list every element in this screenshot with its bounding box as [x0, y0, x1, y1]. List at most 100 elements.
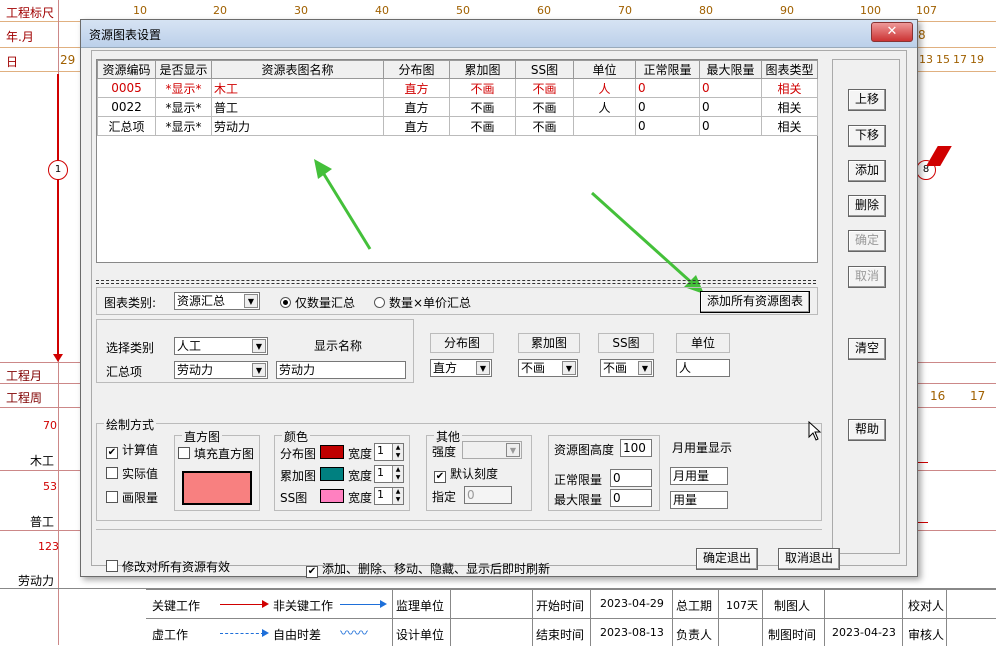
spinner-arrows-icon[interactable]: ▲ ▼: [392, 466, 403, 482]
legend-checker-label: 校对人: [908, 599, 945, 613]
delete-button[interactable]: 删除: [848, 195, 886, 217]
week-value: 16: [930, 389, 946, 403]
dist-label: 分布图: [430, 333, 494, 353]
ruler-tick: 90: [780, 4, 794, 17]
move-up-button[interactable]: 上移: [848, 89, 886, 111]
legend-start-label: 开始时间: [536, 599, 585, 613]
width-label: 宽度: [348, 447, 373, 461]
chevron-down-icon: ▼: [252, 363, 266, 377]
unit-input[interactable]: 人: [676, 359, 730, 377]
color-dist-label: 分布图: [280, 447, 317, 461]
apply-all-checkbox[interactable]: 修改对所有资源有效: [106, 558, 230, 575]
dist-width-spinner[interactable]: 1 ▲ ▼: [374, 443, 404, 461]
select-type-select[interactable]: 人工 ▼: [174, 337, 268, 355]
check-icon: ✔: [434, 471, 446, 483]
year-month-value: 8: [918, 28, 926, 42]
cum-label: 累加图: [518, 333, 580, 353]
ss-width-spinner[interactable]: 1 ▲ ▼: [374, 487, 404, 505]
day-value: 29: [60, 53, 76, 67]
radio-icon: [280, 297, 291, 308]
add-all-charts-button[interactable]: 添加所有资源图表: [700, 291, 810, 313]
refresh-after-checkbox[interactable]: ✔ 添加、删除、移动、隐藏、显示后即时刷新: [306, 560, 550, 578]
legend-owner-label: 负责人: [676, 628, 713, 642]
calc-value-checkbox[interactable]: ✔ 计算值: [106, 441, 158, 459]
usage-input[interactable]: 用量: [670, 491, 728, 509]
normal-limit-input[interactable]: 0: [610, 469, 652, 487]
dist-color-swatch[interactable]: [320, 445, 344, 459]
default-scale-checkbox[interactable]: ✔ 默认刻度: [434, 465, 498, 483]
close-button[interactable]: ✕: [871, 22, 913, 42]
cum-width-spinner[interactable]: 1 ▲ ▼: [374, 465, 404, 483]
summary-select[interactable]: 劳动力 ▼: [174, 361, 268, 379]
draw-limit-checkbox[interactable]: 画限量: [106, 489, 158, 506]
clear-button[interactable]: 清空: [848, 338, 886, 360]
fill-color-swatch[interactable]: [182, 471, 252, 505]
chart-category-value: 资源汇总: [177, 294, 226, 308]
chart-category-select[interactable]: 资源汇总 ▼: [174, 292, 260, 310]
help-button[interactable]: 帮助: [848, 419, 886, 441]
chevron-down-icon: ▼: [562, 361, 576, 375]
project-month-label: 工程月: [6, 369, 43, 383]
specify-input[interactable]: 0: [464, 486, 512, 504]
normal-limit-label: 正常限量: [554, 473, 603, 487]
legend-draw-time: 2023-04-23: [832, 626, 896, 639]
mouse-cursor-icon: [808, 421, 822, 441]
radio-qty[interactable]: 仅数量汇总: [280, 294, 355, 311]
ruler-tick: 80: [699, 4, 713, 17]
check-icon: ✔: [106, 447, 118, 459]
checkbox-icon: [178, 447, 190, 459]
cum-color-swatch[interactable]: [320, 467, 344, 481]
cum-width-value: 1: [377, 466, 384, 479]
select-type-label: 选择类别: [106, 341, 155, 355]
res-height-label: 资源图高度: [554, 443, 615, 457]
chevron-down-icon: ▼: [476, 361, 490, 375]
separator: [96, 280, 816, 284]
week-value: 17: [970, 389, 986, 403]
legend-nonkey-work: 非关键工作: [273, 599, 334, 613]
dialog-body: 资源编码 是否显示 资源表图名称 分布图 累加图 SS图 单位 正常限量 最大限…: [91, 50, 907, 578]
fill-histogram-checkbox[interactable]: 填充直方图: [178, 445, 254, 462]
cancel-exit-button[interactable]: 取消退出: [778, 548, 840, 570]
monthly-input[interactable]: 月用量: [670, 467, 728, 485]
cum-select[interactable]: 不画 ▼: [518, 359, 578, 377]
dialog-titlebar[interactable]: 资源图表设置 ✕: [81, 20, 917, 48]
legend-end-time: 2023-08-13: [600, 626, 664, 639]
legend-virtual-work: 虚工作: [152, 628, 189, 642]
chart-category-label: 图表类别:: [104, 296, 157, 310]
max-limit-label: 最大限量: [554, 493, 603, 507]
actual-value-checkbox[interactable]: 实际值: [106, 465, 158, 482]
dialog-title: 资源图表设置: [89, 28, 162, 42]
cancel-button[interactable]: 取消: [848, 266, 886, 288]
add-button[interactable]: 添加: [848, 160, 886, 182]
ruler-tick: 10: [133, 4, 147, 17]
legend-draw-time-label: 制图时间: [768, 628, 817, 642]
node-circle[interactable]: 1: [48, 160, 68, 180]
res-name: 劳动力: [18, 574, 55, 588]
legend-total-label: 总工期: [676, 599, 713, 613]
legend-end-label: 结束时间: [536, 628, 585, 642]
dist-select[interactable]: 直方 ▼: [430, 359, 492, 377]
chevron-down-icon: ▼: [638, 361, 652, 375]
project-week-label: 工程周: [6, 391, 43, 405]
confirm-button[interactable]: 确定: [848, 230, 886, 252]
spinner-arrows-icon[interactable]: ▲ ▼: [392, 488, 403, 504]
move-down-button[interactable]: 下移: [848, 125, 886, 147]
ss-select[interactable]: 不画 ▼: [600, 359, 654, 377]
ruler-label: 工程标尺: [6, 6, 55, 20]
chevron-down-icon: ▼: [506, 443, 520, 457]
intensity-label: 强度: [432, 445, 457, 459]
cum-value: 不画: [521, 361, 546, 375]
radio-price[interactable]: 数量×单价汇总: [374, 294, 471, 311]
res-height-input[interactable]: 100: [620, 439, 652, 457]
max-limit-input[interactable]: 0: [610, 489, 652, 507]
ok-exit-button[interactable]: 确定退出: [696, 548, 758, 570]
day-value: 17: [953, 53, 967, 66]
intensity-select[interactable]: ▼: [462, 441, 522, 459]
dist-width-value: 1: [377, 444, 384, 457]
spinner-arrows-icon[interactable]: ▲ ▼: [392, 444, 403, 460]
day-value: 19: [970, 53, 984, 66]
ss-label: SS图: [598, 333, 654, 353]
checkbox-icon: [106, 491, 118, 503]
ss-color-swatch[interactable]: [320, 489, 344, 503]
display-name-input[interactable]: 劳动力: [276, 361, 406, 379]
